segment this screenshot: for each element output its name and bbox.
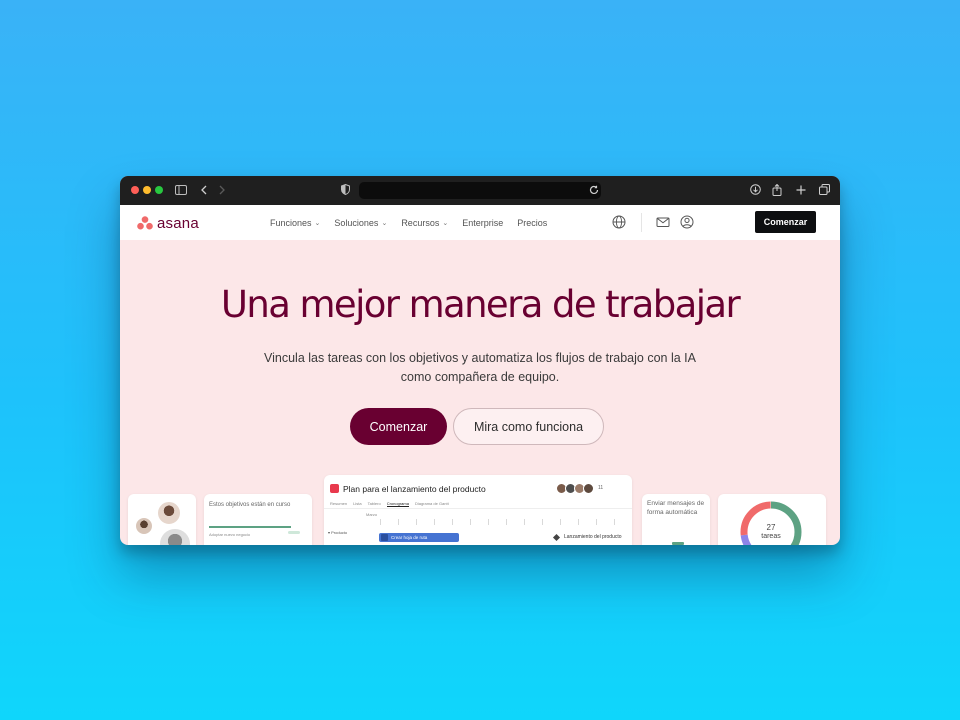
menu-item-label: Precios <box>517 217 548 228</box>
goals-card: Estos objetivos están en curso Adoptar n… <box>204 494 312 545</box>
logo-text: asana <box>157 214 199 232</box>
project-title: Plan para el lanzamiento del producto <box>343 484 486 494</box>
divider <box>324 508 632 509</box>
close-window-button[interactable] <box>131 186 139 194</box>
tab-resumen[interactable]: Resumen <box>330 501 347 507</box>
timeline-tick <box>542 519 543 525</box>
project-card: Plan para el lanzamiento del producto 11… <box>324 475 632 545</box>
row-group-label: ▾ Producto <box>328 530 347 535</box>
nav-start-button[interactable]: Comenzar <box>755 211 816 233</box>
hero-title: Una mejor manera de trabajar <box>220 283 741 326</box>
task-avatar <box>381 534 388 541</box>
start-button[interactable]: Comenzar <box>350 408 447 445</box>
milestone-icon <box>552 533 561 542</box>
project-members[interactable]: 11 <box>556 483 603 494</box>
timeline-tick <box>452 519 453 525</box>
timeline-tick <box>506 519 507 525</box>
goal-progress-track <box>209 526 291 528</box>
downloads-icon[interactable] <box>748 181 762 199</box>
timeline-tick <box>398 519 399 525</box>
reload-icon[interactable] <box>588 181 600 199</box>
chevron-down-icon: ⌄ <box>381 219 388 227</box>
menu-item-label: Recursos <box>401 217 440 228</box>
tab-overview-icon[interactable] <box>817 181 831 199</box>
globe-icon[interactable] <box>612 215 626 229</box>
nav-divider <box>641 213 642 232</box>
timeline-tick <box>524 519 525 525</box>
timeline-tick <box>560 519 561 525</box>
timeline-tick <box>416 519 417 525</box>
milestone-label: Lanzamiento del producto <box>564 534 622 540</box>
timeline-month: Marzo <box>366 512 378 517</box>
timeline-tick <box>596 519 597 525</box>
asana-logo-icon <box>137 216 153 230</box>
goal-status-badge <box>288 531 300 534</box>
share-icon[interactable] <box>770 181 784 199</box>
back-icon[interactable] <box>198 181 210 199</box>
timeline-tick <box>578 519 579 525</box>
avatar <box>158 527 192 545</box>
menu-item-label: Soluciones <box>334 217 379 228</box>
project-tabs: Resumen Lista Tablero Cronograma Diagram… <box>330 501 449 507</box>
task-label: Crear hoja de ruta <box>391 535 428 540</box>
avatar <box>156 500 182 526</box>
new-tab-icon[interactable] <box>794 181 808 199</box>
minimize-window-button[interactable] <box>143 186 151 194</box>
menu-item-precios[interactable]: Precios <box>517 218 547 228</box>
site-header: asana Funciones ⌄ Soluciones ⌄ Recursos … <box>120 205 840 240</box>
chevron-down-icon: ⌄ <box>442 219 449 227</box>
tab-lista[interactable]: Lista <box>353 501 361 507</box>
tasks-card: 27 tareas <box>718 494 826 545</box>
how-it-works-button[interactable]: Mira como funciona <box>453 408 604 445</box>
goal-row-label: Adoptar nuevo negocio <box>209 532 251 537</box>
tasks-count: 27 <box>766 523 776 532</box>
sidebar-toggle-icon[interactable] <box>174 181 188 199</box>
zoom-window-button[interactable] <box>155 186 163 194</box>
menu-item-enterprise[interactable]: Enterprise <box>462 218 503 228</box>
tasks-label: tareas <box>761 533 781 540</box>
browser-toolbar <box>120 176 840 206</box>
project-icon <box>330 484 339 493</box>
automation-card: Enviar mensajes de forma automática <box>642 494 710 545</box>
tab-tablero[interactable]: Tablero <box>368 501 381 507</box>
timeline-tick <box>470 519 471 525</box>
goals-card-title: Estos objetivos están en curso <box>209 502 291 508</box>
address-bar[interactable] <box>359 182 601 199</box>
asana-logo[interactable]: asana <box>137 214 199 232</box>
menu-item-recursos[interactable]: Recursos ⌄ <box>401 218 448 228</box>
timeline-tick <box>614 519 615 525</box>
timeline-tick <box>380 519 381 525</box>
browser-window: asana Funciones ⌄ Soluciones ⌄ Recursos … <box>120 176 840 545</box>
menu-item-label: Enterprise <box>462 217 504 228</box>
hero-subtitle: Vincula las tareas con los objetivos y a… <box>264 351 696 384</box>
mail-icon[interactable] <box>656 215 670 229</box>
tab-cronograma[interactable]: Cronograma <box>386 501 409 507</box>
tab-gantt[interactable]: Diagrama de Gantt <box>415 501 449 507</box>
automation-indicator <box>672 542 684 545</box>
member-count: 11 <box>598 485 604 491</box>
row-group-text: Producto <box>331 530 348 535</box>
main-menu: Funciones ⌄ Soluciones ⌄ Recursos ⌄ Ente… <box>270 205 547 240</box>
privacy-shield-icon[interactable] <box>339 181 351 199</box>
team-avatars-card <box>128 494 196 545</box>
avatar <box>583 483 594 494</box>
menu-item-label: Funciones <box>270 217 312 228</box>
account-icon[interactable] <box>680 215 694 229</box>
timeline-tick <box>434 519 435 525</box>
goal-progress-fill <box>209 526 291 528</box>
forward-icon[interactable] <box>216 181 228 199</box>
automation-text: Enviar mensajes de forma automática <box>647 500 705 516</box>
avatar <box>134 516 154 536</box>
timeline-tick <box>488 519 489 525</box>
task-bar[interactable]: Crear hoja de ruta <box>379 533 459 542</box>
menu-item-funciones[interactable]: Funciones ⌄ <box>270 218 320 228</box>
chevron-down-icon: ⌄ <box>314 219 321 227</box>
menu-item-soluciones[interactable]: Soluciones ⌄ <box>334 218 387 228</box>
